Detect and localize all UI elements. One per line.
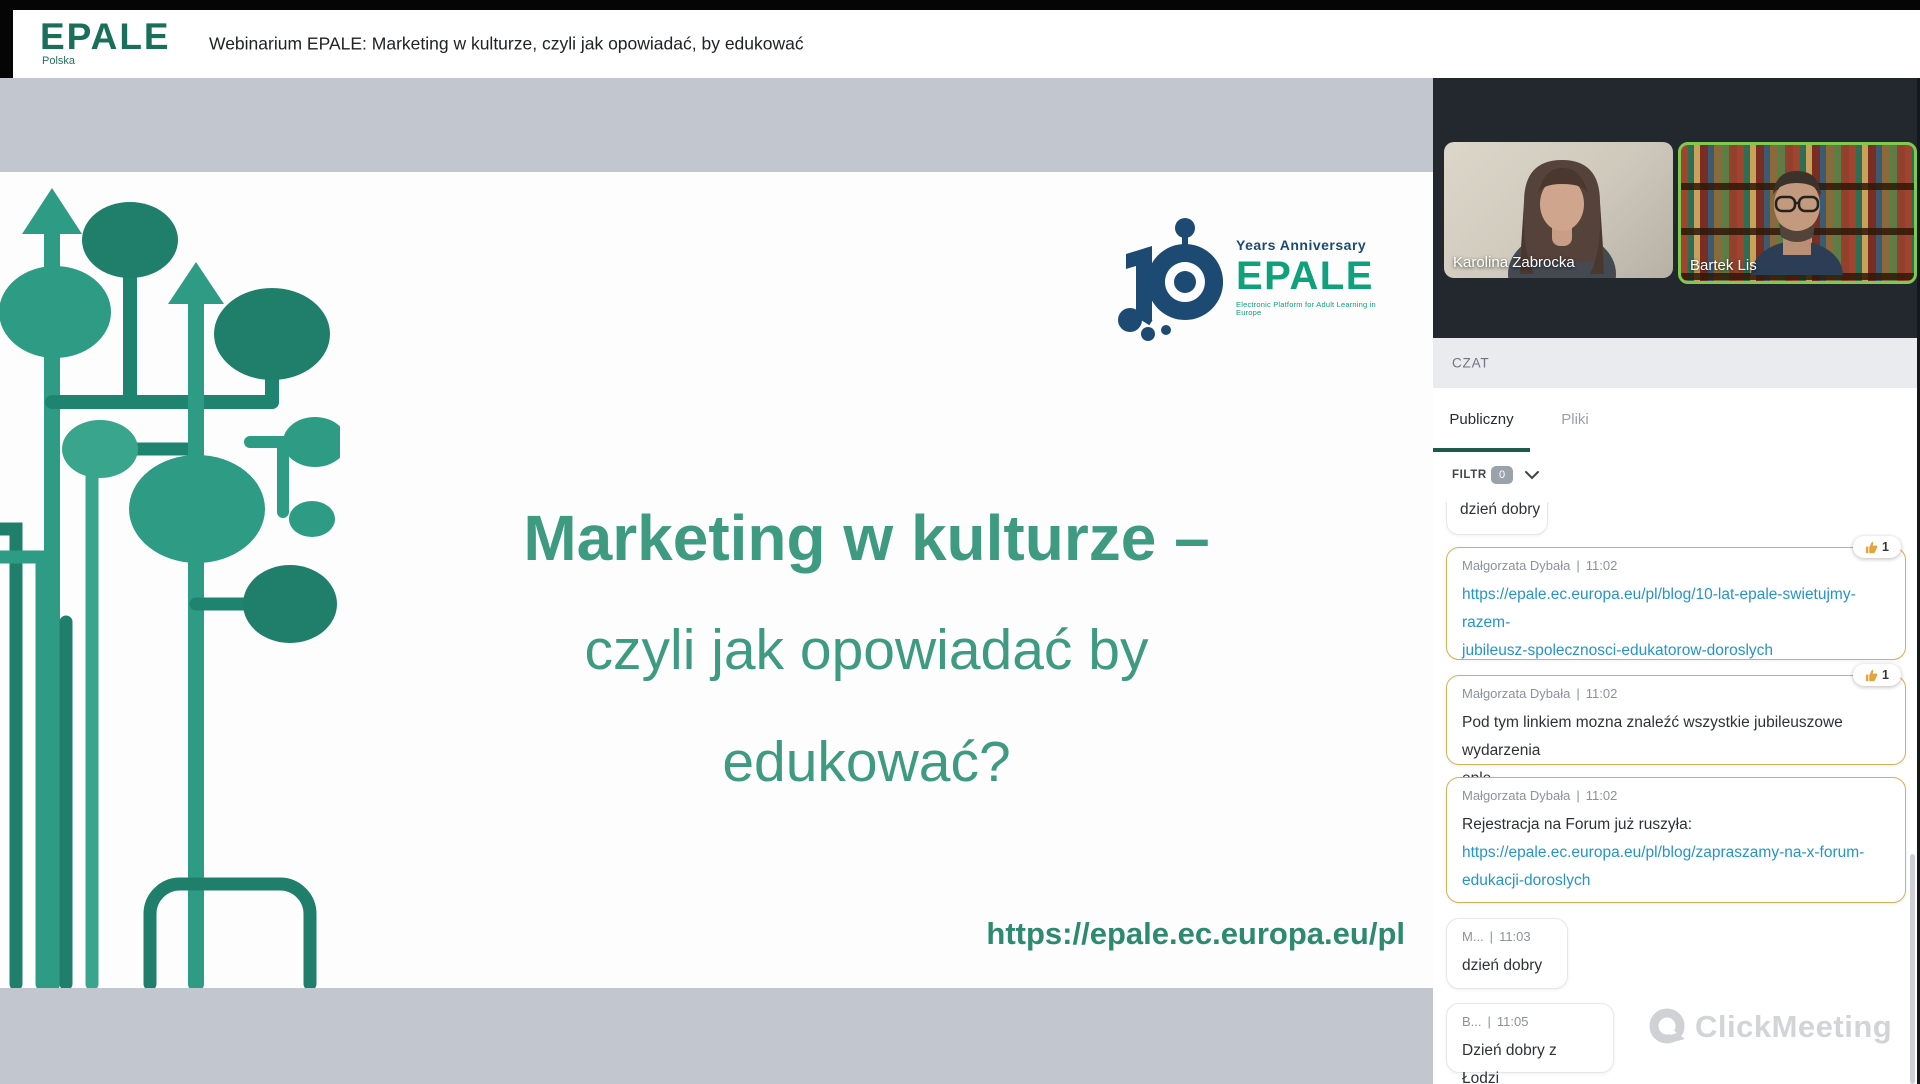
epale-logo-subtext: Polska	[42, 56, 171, 67]
filter-count-badge: 0	[1491, 466, 1513, 484]
chat-message: Małgorzata Dybała|11:02 https://epale.ec…	[1446, 547, 1906, 660]
message-meta: B... | 11:05	[1462, 1014, 1598, 1029]
message-author: Małgorzata Dybała	[1462, 686, 1570, 701]
participant-name-label: Bartek Lis	[1690, 257, 1757, 274]
clickmeeting-watermark-text: ClickMeeting	[1695, 1009, 1892, 1045]
anniversary-tagline: Electronic Platform for Adult Learning i…	[1236, 301, 1398, 316]
tab-pliki-label: Pliki	[1561, 411, 1589, 428]
epale-10-years-logo: Years Anniversary EPALE Electronic Platf…	[1108, 216, 1398, 346]
thumbs-up-icon	[1865, 541, 1878, 554]
message-meta: Małgorzata Dybała | 11:02	[1462, 686, 1890, 701]
message-text: Dzień dobry z Łodzi	[1462, 1037, 1598, 1084]
slide-title-line2: czyli jak opowiadać by	[335, 594, 1398, 706]
like-count: 1	[1882, 668, 1889, 682]
meta-separator: |	[1576, 686, 1579, 701]
meta-separator: |	[1576, 558, 1579, 573]
epale-logo-text: EPALE	[40, 18, 171, 55]
slide-title-line3: edukować?	[335, 706, 1398, 818]
chat-message: B...|11:05 Dzień dobry z Łodzi	[1446, 1003, 1614, 1073]
message-text: Rejestracja na Forum już ruszyła:	[1462, 811, 1890, 839]
message-text: dzień dobry	[1460, 502, 1540, 524]
chat-panel-header: CZAT	[1433, 338, 1920, 389]
epale-10-years-mark-icon	[1108, 216, 1233, 341]
tab-publiczny[interactable]: Publiczny	[1433, 388, 1530, 451]
thumbs-up-icon	[1865, 669, 1878, 682]
tab-pliki[interactable]: Pliki	[1540, 388, 1610, 451]
message-text: dzień dobry	[1462, 952, 1552, 980]
anniversary-years-text: Years Anniversary	[1236, 238, 1398, 252]
chevron-down-icon	[1525, 471, 1539, 480]
chat-filter-row[interactable]: FILTR 0	[1433, 452, 1920, 503]
slide-url: https://epale.ec.europa.eu/pl	[986, 916, 1405, 952]
chat-message: M... | 11:03 dzień dobry	[1446, 918, 1568, 989]
message-time: 11:02	[1586, 788, 1618, 803]
chat-scrollbar[interactable]	[1910, 854, 1915, 1084]
message-meta: M... | 11:03	[1462, 929, 1552, 944]
message-link[interactable]: https://epale.ec.europa.eu/pl/blog/10-la…	[1462, 581, 1890, 665]
chat-message-partial: dzień dobry	[1446, 502, 1548, 535]
presentation-area: Years Anniversary EPALE Electronic Platf…	[0, 78, 1433, 1084]
like-count: 1	[1882, 540, 1889, 554]
meta-separator: |	[1490, 929, 1493, 944]
chat-message: Małgorzata Dybała|11:02 Pod tym linkiem …	[1446, 675, 1906, 765]
meta-separator: |	[1488, 1014, 1491, 1029]
sidebar: Karolina Zabrocka Bartek Lis	[1433, 78, 1920, 1084]
message-author: B...	[1462, 1014, 1482, 1029]
presentation-slide: Years Anniversary EPALE Electronic Platf…	[0, 172, 1433, 988]
anniversary-brand-text: EPALE	[1236, 256, 1398, 296]
video-tile-bartek-active-speaker[interactable]: Bartek Lis	[1678, 142, 1917, 284]
webinar-window: EPALE Polska Webinarium EPALE: Marketing…	[0, 0, 1920, 1084]
slide-title-line1: Marketing w kulturze –	[335, 482, 1398, 594]
video-panel: Karolina Zabrocka Bartek Lis	[1433, 78, 1920, 338]
epale-logo: EPALE Polska	[40, 18, 171, 67]
message-time: 11:02	[1586, 686, 1618, 701]
chat-message: Małgorzata Dybała | 11:02 Rejestracja na F…	[1446, 777, 1906, 903]
message-time: 11:05	[1497, 1014, 1529, 1029]
message-meta: Małgorzata Dybała | 11:02	[1462, 558, 1890, 573]
video-tile-karolina[interactable]: Karolina Zabrocka	[1444, 142, 1673, 278]
participant-video-still	[1681, 145, 1914, 275]
meta-separator: |	[1576, 788, 1579, 803]
participant-name-label: Karolina Zabrocka	[1453, 254, 1575, 271]
message-author: Małgorzata Dybała	[1462, 788, 1570, 803]
app-header: EPALE Polska Webinarium EPALE: Marketing…	[13, 10, 1920, 78]
like-badge[interactable]: 1	[1853, 536, 1901, 558]
message-author: Małgorzata Dybała	[1462, 558, 1570, 573]
chat-tabs: Publiczny Pliki	[1433, 388, 1920, 453]
slide-title: Marketing w kulturze – czyli jak opowiad…	[335, 482, 1398, 818]
chat-panel-title: CZAT	[1452, 356, 1489, 371]
message-meta: Małgorzata Dybała | 11:02	[1462, 788, 1890, 803]
window-top-bar	[0, 0, 1920, 10]
message-link[interactable]: https://epale.ec.europa.eu/pl/blog/zapra…	[1462, 839, 1890, 895]
tab-publiczny-label: Publiczny	[1449, 411, 1513, 428]
clickmeeting-watermark: ClickMeeting	[1649, 1008, 1892, 1046]
like-badge[interactable]: 1	[1853, 664, 1901, 686]
message-time: 11:02	[1586, 558, 1618, 573]
webinar-title: Webinarium EPALE: Marketing w kulturze, …	[209, 34, 804, 55]
filter-label: FILTR	[1452, 469, 1487, 481]
clickmeeting-logo-icon	[1649, 1008, 1687, 1046]
message-time: 11:03	[1499, 929, 1531, 944]
chat-message-list: dzień dobry Małgorzata Dybała | 11:02 http…	[1433, 502, 1920, 1084]
decorative-tree-graphic	[0, 172, 340, 988]
message-author: M...	[1462, 929, 1484, 944]
